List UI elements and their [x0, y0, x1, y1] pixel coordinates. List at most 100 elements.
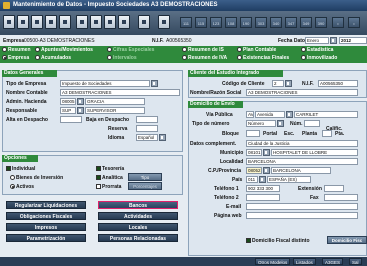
menu-empresa[interactable]: Empresa	[2, 55, 29, 62]
regularizar-liquidaciones-button[interactable]: Regularizar Liquidaciones	[6, 201, 86, 209]
municipio-lookup-icon[interactable]	[263, 149, 270, 156]
first-record-icon[interactable]	[31, 15, 43, 29]
tipo-numero-field[interactable]: Número	[246, 120, 276, 127]
activos-radio[interactable]: Activos	[10, 183, 34, 191]
responsable-lookup-icon[interactable]	[77, 107, 84, 114]
menu-resumen-iva[interactable]: Resumen de IVA	[182, 55, 227, 62]
print-icon[interactable]	[76, 15, 88, 29]
menu-resumen-is[interactable]: Resumen de IS	[182, 47, 224, 54]
datos-complement-field[interactable]: Ciudad de la Justicia	[246, 140, 358, 147]
domicilio-fiscal-checkbox[interactable]: Domicilio Fiscal distinto	[246, 237, 310, 245]
fax-label: Fax	[310, 195, 319, 201]
analitica-checkbox[interactable]: Analítica	[96, 174, 123, 182]
menu-plan-contable[interactable]: Plan Contable	[237, 47, 276, 54]
model-108-button[interactable]: 108	[225, 17, 237, 28]
tipo-numero-dropdown-icon[interactable]	[277, 120, 284, 127]
impresos-button[interactable]: Impresos	[6, 223, 86, 231]
a3ges-button[interactable]: A3GES	[322, 258, 344, 265]
model-123-button[interactable]: 123	[210, 17, 222, 28]
menu-apuntes[interactable]: Apuntes/Movimientos	[35, 47, 93, 54]
model-340-button[interactable]: 340	[270, 17, 282, 28]
municipio-code-field[interactable]: 08101	[246, 149, 262, 156]
model-extra-button-2[interactable]: •	[348, 17, 360, 28]
cliente-nif-field[interactable]: A00565350	[318, 80, 358, 87]
bancos-button[interactable]: Bancos	[98, 201, 178, 209]
model-390-button[interactable]: 390	[315, 17, 327, 28]
delete-icon[interactable]	[104, 15, 116, 29]
bienes-inversion-radio[interactable]: Bienes de Inversión	[10, 174, 63, 182]
pais-code-field[interactable]: 011	[246, 176, 258, 183]
model-303-button[interactable]: 303	[255, 17, 267, 28]
nombre-contable-label: Nombre Contable	[6, 90, 48, 96]
actividades-button[interactable]: Actividades	[98, 212, 178, 220]
fecha-month-field[interactable]: Enero	[305, 37, 329, 44]
via-name-field[interactable]: CARRILET	[294, 111, 358, 118]
codigo-cliente-lookup-icon[interactable]	[285, 80, 292, 87]
menu-existencias-finales[interactable]: Existencias Finales	[237, 55, 289, 62]
tesoreria-checkbox[interactable]: Tesorería	[96, 165, 124, 173]
telefono1-field[interactable]: 902 333 300	[246, 185, 280, 192]
baja-despacho-field[interactable]	[136, 116, 158, 123]
locales-button[interactable]: Locales	[98, 223, 178, 231]
menu-cifras-especiales[interactable]: Cifras Especiales	[107, 47, 154, 54]
via-lookup-icon[interactable]	[286, 111, 293, 118]
calendar-icon[interactable]	[118, 15, 130, 29]
idioma-field[interactable]: Español	[136, 134, 158, 141]
menu-resumen[interactable]: Resumen	[2, 47, 31, 54]
save-icon[interactable]	[90, 15, 102, 29]
porcentajes-button[interactable]: Porcentajes	[128, 182, 162, 190]
nombre-contable-field[interactable]: A3 DEMOSTRACIONES	[60, 89, 180, 96]
open-icon[interactable]	[17, 15, 29, 29]
tipo-empresa-dropdown-icon[interactable]	[151, 80, 158, 87]
via-code-field[interactable]: AV	[246, 111, 254, 118]
next-record-icon[interactable]	[59, 15, 71, 29]
tipo-button[interactable]: Tipo	[128, 173, 162, 181]
model-extra-button[interactable]: •	[332, 17, 344, 28]
new-record-icon[interactable]	[3, 15, 15, 29]
menu-intervalos[interactable]: Intervalos	[107, 55, 137, 62]
previous-record-icon[interactable]	[45, 15, 57, 29]
cp-code-field[interactable]: 08052	[246, 167, 262, 174]
obligaciones-fiscales-button[interactable]: Obligaciones Fiscales	[6, 212, 86, 220]
cp-lookup-icon[interactable]	[263, 167, 270, 174]
tools-icon[interactable]	[138, 15, 150, 29]
localidad-field[interactable]: BARCELONA	[246, 158, 358, 165]
razon-social-field[interactable]: A3 DEMOSTRACIONES	[246, 89, 358, 96]
month-dropdown-icon[interactable]	[330, 37, 337, 44]
tipo-empresa-field[interactable]: Impuesto de Sociedades	[60, 80, 150, 87]
telefono2-field[interactable]	[246, 194, 280, 201]
menu-estadistica[interactable]: Estadística	[301, 47, 333, 54]
menu-inmovilizado[interactable]: Inmovilizado	[301, 55, 337, 62]
planta-field[interactable]	[322, 130, 332, 137]
idioma-dropdown-icon[interactable]	[159, 134, 166, 141]
extension-field[interactable]	[324, 185, 344, 192]
codigo-cliente-field[interactable]: 2	[272, 80, 284, 87]
pais-lookup-icon[interactable]	[259, 176, 266, 183]
model-347-button[interactable]: 347	[285, 17, 297, 28]
listados-button[interactable]: Listados	[293, 258, 316, 265]
model-349-button[interactable]: 349	[300, 17, 312, 28]
numero-field[interactable]	[304, 120, 320, 127]
domicilio-fiscal-button[interactable]: Domicilio Fisc	[327, 236, 367, 244]
parametrizacion-button[interactable]: Parametrización	[6, 234, 86, 242]
individual-checkbox[interactable]: Individual	[6, 165, 35, 173]
admin-hacienda-lookup-icon[interactable]	[77, 98, 84, 105]
pagina-web-field[interactable]	[246, 212, 358, 219]
responsable-code-field[interactable]: SUP	[60, 107, 76, 114]
menu-acumulados[interactable]: Acumulados	[35, 55, 71, 62]
otros-modelos-button[interactable]: Otros Modelos	[255, 258, 291, 265]
fax-field[interactable]	[324, 194, 358, 201]
admin-hacienda-code-field[interactable]: 08005	[60, 98, 76, 105]
bloque-field[interactable]	[246, 130, 260, 137]
personas-relacionadas-button[interactable]: Personas Relacionadas	[98, 234, 178, 242]
alta-despacho-field[interactable]	[60, 116, 82, 123]
prorrata-checkbox[interactable]: Prorrata	[96, 183, 121, 191]
email-field[interactable]	[246, 203, 358, 210]
salir-button[interactable]: Sal	[349, 258, 362, 265]
model-115-button[interactable]: 115	[195, 17, 207, 28]
reserva-field[interactable]	[136, 125, 158, 132]
export-icon[interactable]	[158, 15, 170, 29]
model-190-button[interactable]: 190	[240, 17, 252, 28]
fecha-year-field[interactable]: 2012	[339, 37, 367, 44]
model-111-button[interactable]: 111	[180, 17, 192, 28]
